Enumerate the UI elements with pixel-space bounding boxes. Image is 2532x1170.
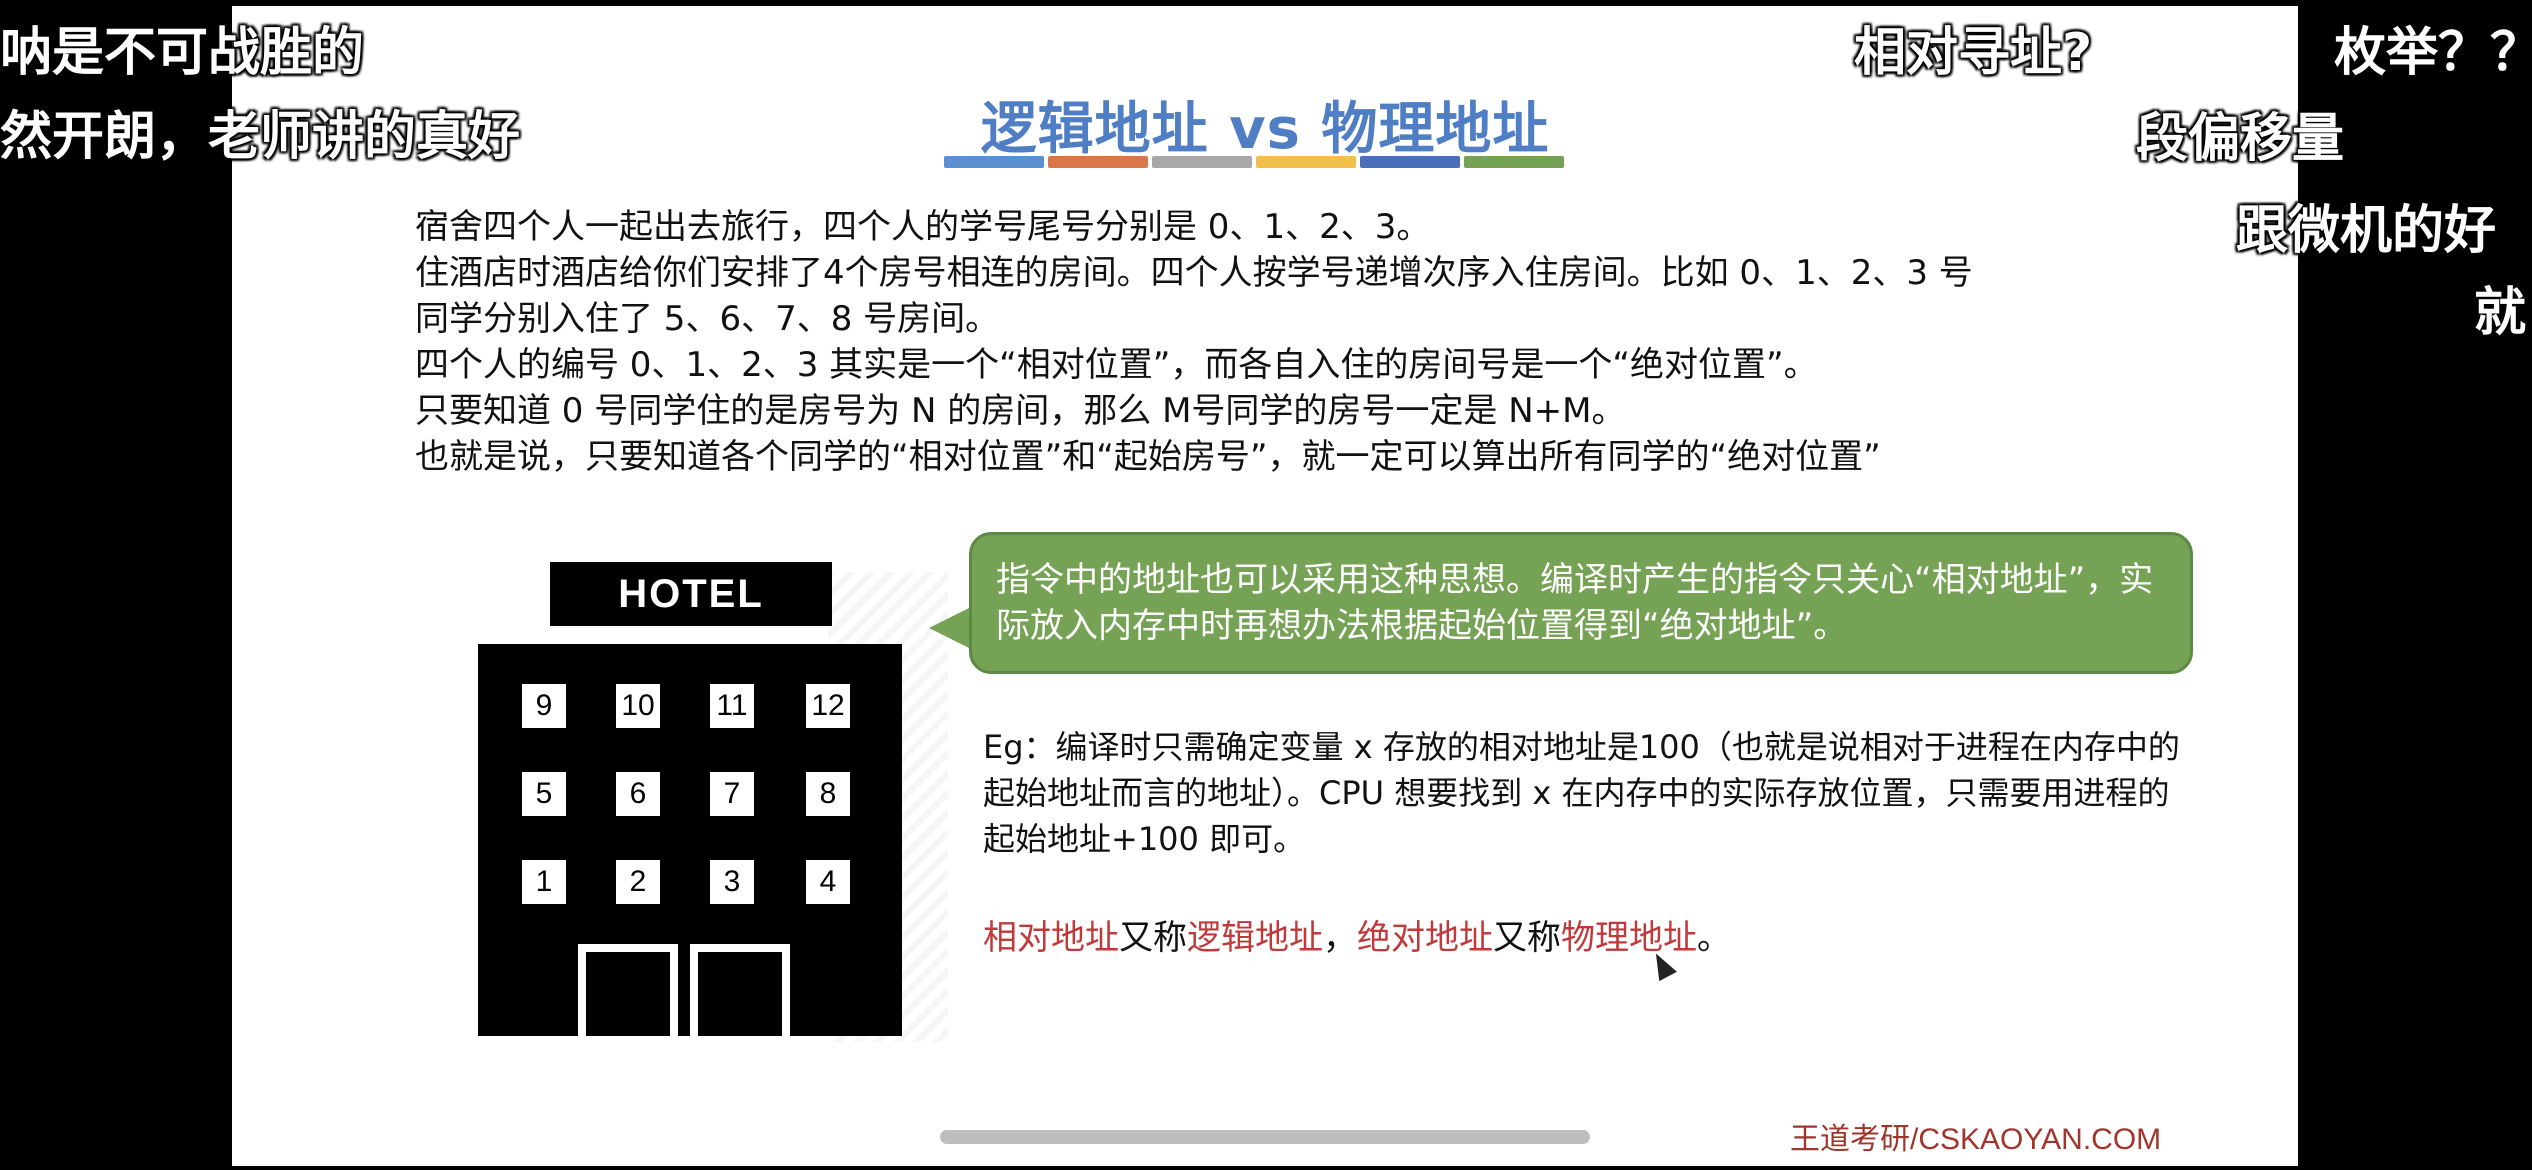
title-underline-bars xyxy=(944,156,1564,168)
danmaku-comment: 然开朗，老师讲的真好 xyxy=(0,107,521,167)
title-bar xyxy=(1464,156,1564,168)
hotel-illustration: HOTEL 9 10 11 12 5 6 7 8 1 2 3 4 xyxy=(478,562,948,1042)
danmaku-comment: 段偏移量 xyxy=(2136,109,2345,169)
danmaku-comment: 就 xyxy=(2474,283,2527,343)
room-window: 8 xyxy=(806,772,850,816)
slide-title: 逻辑地址 vs 物理地址 xyxy=(980,97,1550,162)
danmaku-comment: 相对寻址? xyxy=(1854,23,2093,83)
paragraph-line: 宿舍四个人一起出去旅行，四个人的学号尾号分别是 0、1、2、3。 xyxy=(415,207,1431,247)
title-bar xyxy=(1360,156,1460,168)
danmaku-comment: 跟微机的好 xyxy=(2236,201,2497,261)
hotel-building: 9 10 11 12 5 6 7 8 1 2 3 4 xyxy=(478,644,902,1036)
term-relative-address: 相对地址 xyxy=(983,918,1119,958)
home-indicator-bar[interactable] xyxy=(940,1130,1590,1144)
danmaku-comment: 枚举？？ xyxy=(2334,23,2532,83)
room-window: 9 xyxy=(522,684,566,728)
term-absolute-address: 绝对地址 xyxy=(1357,918,1493,958)
intro-paragraph: 宿舍四个人一起出去旅行，四个人的学号尾号分别是 0、1、2、3。 住酒店时酒店给… xyxy=(415,204,2215,480)
room-window: 1 xyxy=(522,860,566,904)
summary-note: 相对地址又称逻辑地址，绝对地址又称物理地址。 xyxy=(983,910,1731,959)
room-window: 11 xyxy=(710,684,754,728)
title-bar xyxy=(944,156,1044,168)
paragraph-line: 住酒店时酒店给你们安排了4个房号相连的房间。四个人按学号递增次序入住房间。比如 … xyxy=(415,253,1973,293)
room-window: 2 xyxy=(616,860,660,904)
video-player[interactable]: 逻辑地址 vs 物理地址 宿舍四个人一起出去旅行，四个人的学号尾号分别是 0、1… xyxy=(0,0,2532,1170)
paragraph-line: 同学分别入住了 5、6、7、8 号房间。 xyxy=(415,299,1000,339)
note-text: 又称 xyxy=(1493,918,1561,958)
callout-bubble: 指令中的地址也可以采用这种思想。编译时产生的指令只关心“相对地址”，实际放入内存… xyxy=(969,532,2193,674)
title-bar xyxy=(1048,156,1148,168)
hotel-door xyxy=(690,944,790,1036)
room-window: 5 xyxy=(522,772,566,816)
paragraph-line: 也就是说，只要知道各个同学的“相对位置”和“起始房号”，就一定可以算出所有同学的… xyxy=(415,437,1881,477)
room-window: 3 xyxy=(710,860,754,904)
note-text: 又称 xyxy=(1119,918,1187,958)
note-text: 。 xyxy=(1697,918,1731,958)
room-window: 10 xyxy=(616,684,660,728)
paragraph-line: 四个人的编号 0、1、2、3 其实是一个“相对位置”，而各自入住的房间号是一个“… xyxy=(415,345,1818,385)
hotel-sign: HOTEL xyxy=(550,562,832,626)
paragraph-line: 只要知道 0 号同学住的是房号为 N 的房间，那么 M号同学的房号一定是 N+M… xyxy=(415,391,1626,431)
example-text: Eg：编译时只需确定变量 x 存放的相对地址是100（也就是说相对于进程在内存中… xyxy=(983,728,2180,858)
room-window: 4 xyxy=(806,860,850,904)
note-text: ， xyxy=(1323,918,1357,958)
brand-watermark: 王道考研/CSKAOYAN.COM xyxy=(1790,1123,2162,1156)
title-bar xyxy=(1256,156,1356,168)
danmaku-comment: 呐是不可战胜的 xyxy=(0,23,365,83)
lecture-slide: 逻辑地址 vs 物理地址 宿舍四个人一起出去旅行，四个人的学号尾号分别是 0、1… xyxy=(232,6,2298,1166)
room-window: 12 xyxy=(806,684,850,728)
term-logical-address: 逻辑地址 xyxy=(1187,918,1323,958)
term-physical-address: 物理地址 xyxy=(1561,918,1697,958)
hotel-door xyxy=(578,944,678,1036)
title-bar xyxy=(1152,156,1252,168)
room-window: 7 xyxy=(710,772,754,816)
callout-tail xyxy=(929,606,973,650)
room-window: 6 xyxy=(616,772,660,816)
